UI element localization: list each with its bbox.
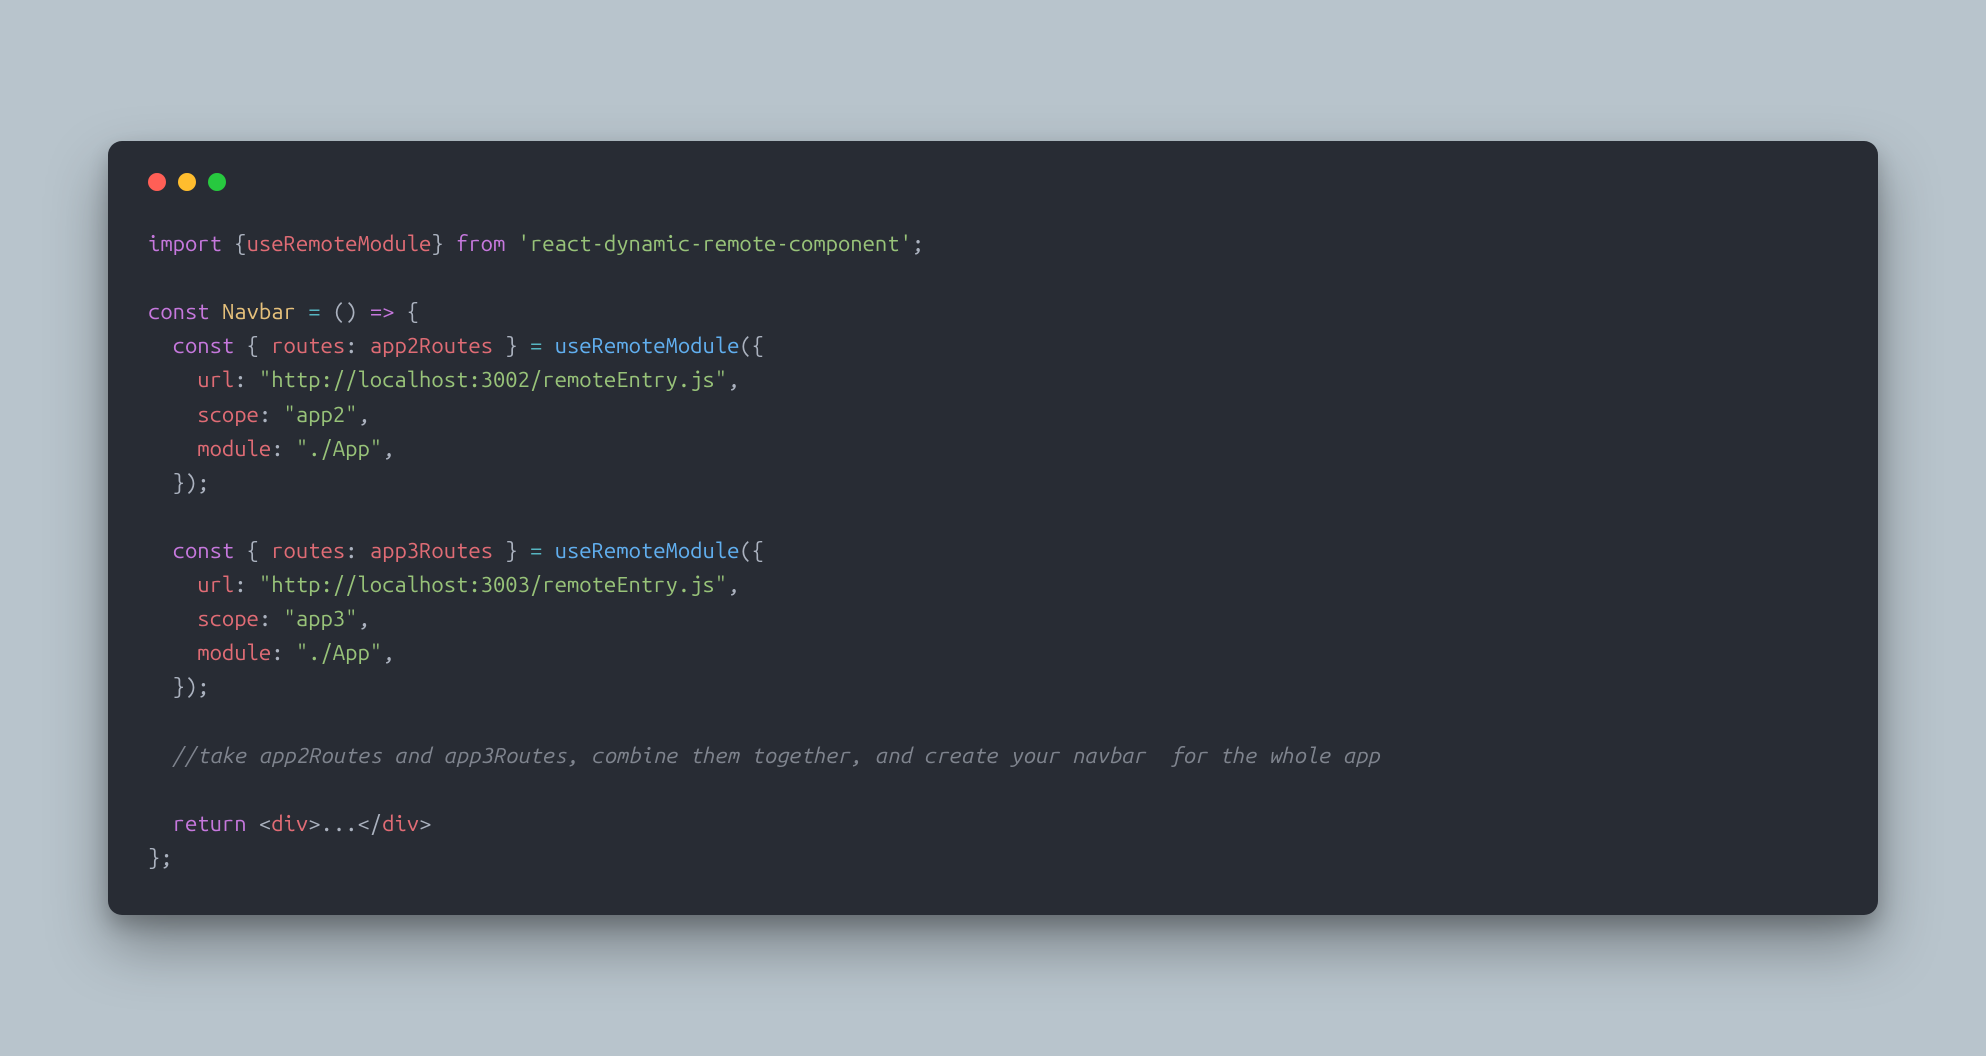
keyword-return: return: [173, 811, 247, 836]
brace: {: [752, 538, 764, 563]
jsx-tag-div: div: [271, 811, 308, 836]
call-useRemoteModule: useRemoteModule: [555, 333, 740, 358]
string-package: 'react-dynamic-remote-component': [518, 231, 912, 256]
close-icon[interactable]: [148, 173, 166, 191]
prop-scope: scope: [197, 606, 259, 631]
angle: </: [357, 811, 382, 836]
brace: }: [431, 231, 443, 256]
brace: {: [247, 538, 259, 563]
string-url: "http://localhost:3003/remoteEntry.js": [259, 572, 727, 597]
brace: }: [505, 538, 517, 563]
keyword-const: const: [173, 538, 235, 563]
prop-module: module: [197, 436, 271, 461]
paren: ): [185, 674, 197, 699]
keyword-import: import: [148, 231, 222, 256]
semicolon: ;: [197, 470, 209, 495]
string-scope: "app3": [284, 606, 358, 631]
keyword-from: from: [456, 231, 505, 256]
paren: (: [739, 333, 751, 358]
brace: {: [234, 231, 246, 256]
comment-line: //take app2Routes and app3Routes, combin…: [173, 743, 1380, 768]
semicolon: ;: [912, 231, 924, 256]
string-module: "./App": [296, 640, 382, 665]
string-url: "http://localhost:3002/remoteEntry.js": [259, 367, 727, 392]
paren: (: [739, 538, 751, 563]
operator-arrow: =>: [370, 299, 395, 324]
paren: (: [333, 299, 345, 324]
prop-url: url: [197, 367, 234, 392]
prop-url: url: [197, 572, 234, 597]
operator-eq: =: [308, 299, 320, 324]
ident-app2Routes: app2Routes: [370, 333, 493, 358]
brace: }: [505, 333, 517, 358]
minimize-icon[interactable]: [178, 173, 196, 191]
angle: <: [259, 811, 271, 836]
ident-routes: routes: [271, 538, 345, 563]
brace: }: [173, 470, 185, 495]
ident-Navbar: Navbar: [222, 299, 296, 324]
keyword-const: const: [148, 299, 210, 324]
jsx-text: ...: [321, 811, 358, 836]
string-scope: "app2": [284, 402, 358, 427]
prop-module: module: [197, 640, 271, 665]
ident-routes: routes: [271, 333, 345, 358]
keyword-const: const: [173, 333, 235, 358]
semicolon: ;: [197, 674, 209, 699]
ident-useRemoteModule: useRemoteModule: [247, 231, 432, 256]
colon: :: [345, 333, 357, 358]
angle: >: [419, 811, 431, 836]
call-useRemoteModule: useRemoteModule: [555, 538, 740, 563]
operator-eq: =: [530, 333, 542, 358]
string-module: "./App": [296, 436, 382, 461]
angle: >: [308, 811, 320, 836]
zoom-icon[interactable]: [208, 173, 226, 191]
jsx-tag-div: div: [382, 811, 419, 836]
operator-eq: =: [530, 538, 542, 563]
paren: ): [185, 470, 197, 495]
code-block: import {useRemoteModule} from 'react-dyn…: [148, 227, 1838, 875]
brace: {: [752, 333, 764, 358]
prop-scope: scope: [197, 402, 259, 427]
brace: {: [407, 299, 419, 324]
close-brace: };: [148, 845, 173, 870]
brace: }: [173, 674, 185, 699]
window-titlebar: [148, 173, 1838, 191]
code-window: import {useRemoteModule} from 'react-dyn…: [108, 141, 1878, 915]
paren: ): [345, 299, 357, 324]
ident-app3Routes: app3Routes: [370, 538, 493, 563]
brace: {: [247, 333, 259, 358]
colon: :: [345, 538, 357, 563]
